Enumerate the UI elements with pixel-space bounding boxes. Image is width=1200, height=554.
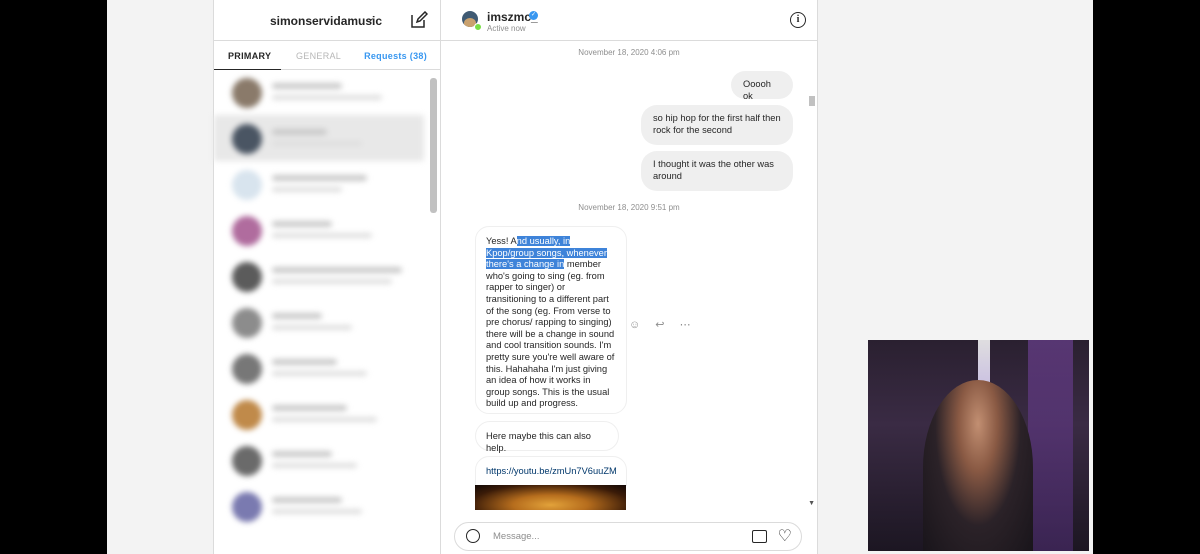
- tab-primary[interactable]: PRIMARY: [228, 51, 271, 61]
- message-composer[interactable]: Message... ♡: [454, 522, 802, 551]
- message-bubble[interactable]: Yess! And usually, in Kpop/group songs, …: [475, 226, 627, 414]
- message-input[interactable]: Message...: [493, 531, 539, 542]
- active-status-dot: [474, 23, 482, 31]
- conversation-header: imszmc_ ✓ Active now i: [441, 0, 817, 41]
- conversation-pane: imszmc_ ✓ Active now i November 18, 2020…: [441, 0, 817, 554]
- verified-badge-icon: ✓: [529, 11, 538, 20]
- more-options-icon[interactable]: ⋯: [680, 319, 691, 331]
- background-light: [1028, 340, 1073, 551]
- scroll-down-arrow-icon[interactable]: ▼: [808, 500, 815, 507]
- emoji-icon[interactable]: [466, 529, 480, 543]
- list-item[interactable]: [214, 299, 424, 345]
- message-link[interactable]: https://youtu.be/zmUn7V6uuZM: [486, 466, 617, 476]
- message-timestamp: November 18, 2020 4:06 pm: [578, 48, 680, 57]
- message-bubble[interactable]: Ooooh ok: [731, 71, 793, 101]
- message-bubble[interactable]: so hip hop for the first half then rock …: [641, 105, 793, 145]
- tab-general[interactable]: GENERAL: [296, 51, 341, 61]
- inbox-tabs: PRIMARY GENERAL Requests (38): [214, 41, 440, 70]
- list-item[interactable]: [214, 207, 424, 253]
- message-text: Here maybe this can also help.: [486, 431, 591, 453]
- list-item[interactable]: [214, 115, 424, 161]
- message-bubble[interactable]: I thought it was the other was around: [641, 151, 793, 191]
- info-icon[interactable]: i: [790, 12, 806, 28]
- thread-list: [214, 69, 424, 554]
- streamer-video: [923, 380, 1033, 551]
- message-text: Yess! A: [486, 236, 517, 246]
- list-item[interactable]: [214, 69, 424, 115]
- image-upload-icon[interactable]: [752, 530, 767, 543]
- list-item[interactable]: [214, 345, 424, 391]
- emoji-react-icon[interactable]: ☺: [629, 319, 640, 331]
- list-item[interactable]: [214, 253, 424, 299]
- conversation-scrollbar[interactable]: [809, 96, 815, 106]
- message-actions: ☺ ↩ ⋯: [629, 318, 703, 331]
- compose-icon[interactable]: [410, 11, 428, 29]
- message-text: member who's going to sing (eg. from rap…: [486, 259, 615, 409]
- inbox-scrollbar[interactable]: [430, 78, 437, 213]
- inbox-pane: simonservidamusic ⌄ PRIMARY GENERAL Requ…: [214, 0, 441, 554]
- message-text: so hip hop for the first half then rock …: [653, 113, 781, 135]
- link-preview-thumbnail[interactable]: [475, 485, 626, 510]
- direct-messages-window: simonservidamusic ⌄ PRIMARY GENERAL Requ…: [213, 0, 818, 554]
- heart-icon[interactable]: ♡: [778, 526, 792, 546]
- message-timestamp: November 18, 2020 9:51 pm: [578, 203, 680, 212]
- inbox-header: simonservidamusic ⌄: [214, 0, 440, 41]
- message-bubble[interactable]: Here maybe this can also help.: [475, 421, 619, 453]
- list-item[interactable]: [214, 161, 424, 207]
- reply-icon[interactable]: ↩: [655, 319, 664, 331]
- active-status-text: Active now: [487, 24, 526, 33]
- message-text: Ooooh ok: [743, 79, 771, 101]
- list-item[interactable]: [214, 391, 424, 437]
- link-message-bubble[interactable]: https://youtu.be/zmUn7V6uuZM: [475, 456, 627, 486]
- webcam-overlay: [868, 340, 1089, 551]
- tab-requests[interactable]: Requests (38): [364, 51, 427, 61]
- message-text: I thought it was the other was around: [653, 159, 774, 181]
- list-item[interactable]: [214, 483, 424, 529]
- chevron-down-icon[interactable]: ⌄: [366, 11, 375, 24]
- list-item[interactable]: [214, 437, 424, 483]
